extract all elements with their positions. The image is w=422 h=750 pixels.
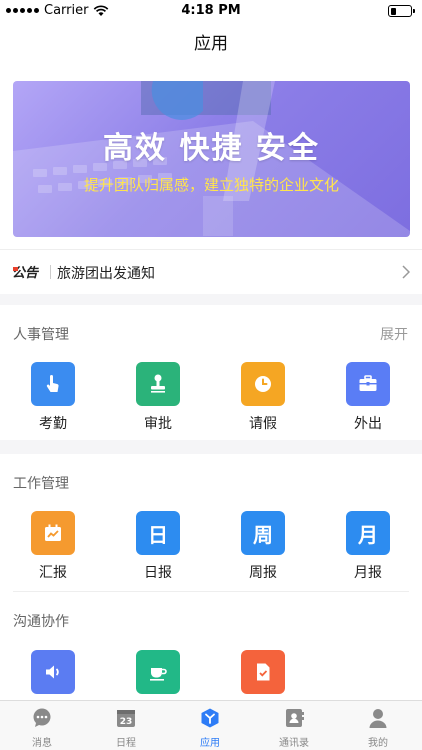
- section-title: 沟通协作: [13, 614, 69, 630]
- app-break[interactable]: [128, 650, 188, 694]
- daily-report-icon: 日: [136, 511, 180, 555]
- svg-text:23: 23: [120, 717, 133, 727]
- app-approval[interactable]: 审批: [128, 362, 188, 433]
- clock-icon: [241, 362, 285, 406]
- tab-profile[interactable]: 我的: [348, 705, 408, 749]
- promo-banner[interactable]: 高效 快捷 安全 提升团队归属感，建立独特的企业文化: [13, 81, 410, 237]
- app-monthly-report[interactable]: 月 月报: [338, 511, 398, 582]
- tab-messages[interactable]: 消息: [12, 705, 72, 749]
- tab-contacts[interactable]: 通讯录: [264, 705, 324, 749]
- section-work-management: 工作管理 汇报 日 日报 周 周报 月 月报 沟通协作: [0, 454, 422, 700]
- contacts-book-icon: [264, 705, 324, 731]
- chat-bubble-icon: [12, 705, 72, 731]
- tab-label: 我的: [368, 738, 388, 749]
- tab-label: 日程: [116, 738, 136, 749]
- app-leave[interactable]: 请假: [233, 362, 293, 433]
- speaker-icon: [31, 650, 75, 694]
- notice-separator: [50, 265, 51, 279]
- coffee-cup-icon: [136, 650, 180, 694]
- weekly-report-icon: 周: [241, 511, 285, 555]
- app-report[interactable]: 汇报: [23, 511, 83, 582]
- banner-subline: 提升团队归属感，建立独特的企业文化: [83, 176, 339, 194]
- briefcase-icon: [346, 362, 390, 406]
- report-calendar-icon: [31, 511, 75, 555]
- app-outing[interactable]: 外出: [338, 362, 398, 433]
- section-hr-management: 人事管理 展开 考勤 审批 请假 外出: [0, 305, 422, 440]
- app-task[interactable]: [233, 650, 293, 694]
- chevron-right-icon: [402, 265, 410, 279]
- clock: 4:18 PM: [181, 3, 241, 18]
- announcement-text[interactable]: 旅游团出发通知: [57, 263, 155, 283]
- document-check-icon: [241, 650, 285, 694]
- tab-label: 通讯录: [279, 738, 309, 749]
- app-label: 外出: [354, 416, 382, 432]
- stamp-icon: [136, 362, 180, 406]
- monthly-report-icon: 月: [346, 511, 390, 555]
- app-label: 月报: [354, 565, 382, 581]
- section-title: 人事管理: [13, 327, 69, 343]
- announcement-logo: 公告: [12, 265, 40, 281]
- banner-headline: 高效 快捷 安全: [103, 131, 320, 166]
- tab-label: 应用: [200, 738, 220, 749]
- app-label: 请假: [249, 416, 277, 432]
- app-daily-report[interactable]: 日 日报: [128, 511, 188, 582]
- user-profile-icon: [348, 705, 408, 731]
- section-divider: [13, 591, 409, 592]
- app-weekly-report[interactable]: 周 周报: [233, 511, 293, 582]
- page-title: 应用: [194, 34, 228, 54]
- calendar-icon: 23: [96, 705, 156, 731]
- battery-icon: [388, 5, 415, 17]
- announcement-bar[interactable]: 公告 旅游团出发通知: [0, 249, 422, 294]
- tap-hand-icon: [31, 362, 75, 406]
- tab-bar: 消息 23 日程 应用 通讯录 我的: [0, 700, 422, 750]
- apps-cube-icon: [180, 705, 240, 731]
- banner-area: 高效 快捷 安全 提升团队归属感，建立独特的企业文化: [0, 66, 422, 249]
- nav-bar: 应用: [0, 22, 422, 66]
- app-announcement[interactable]: [23, 650, 83, 694]
- tab-apps[interactable]: 应用: [180, 705, 240, 749]
- status-bar: Carrier 4:18 PM: [0, 0, 422, 22]
- tab-schedule[interactable]: 23 日程: [96, 705, 156, 749]
- app-label: 日报: [144, 565, 172, 581]
- app-label: 审批: [144, 416, 172, 432]
- app-label: 考勤: [39, 416, 67, 432]
- app-label: 周报: [249, 565, 277, 581]
- section-title: 工作管理: [13, 476, 69, 492]
- tab-label: 消息: [32, 738, 52, 749]
- app-label: 汇报: [39, 565, 67, 581]
- expand-button[interactable]: 展开: [380, 324, 408, 344]
- app-attendance[interactable]: 考勤: [23, 362, 83, 433]
